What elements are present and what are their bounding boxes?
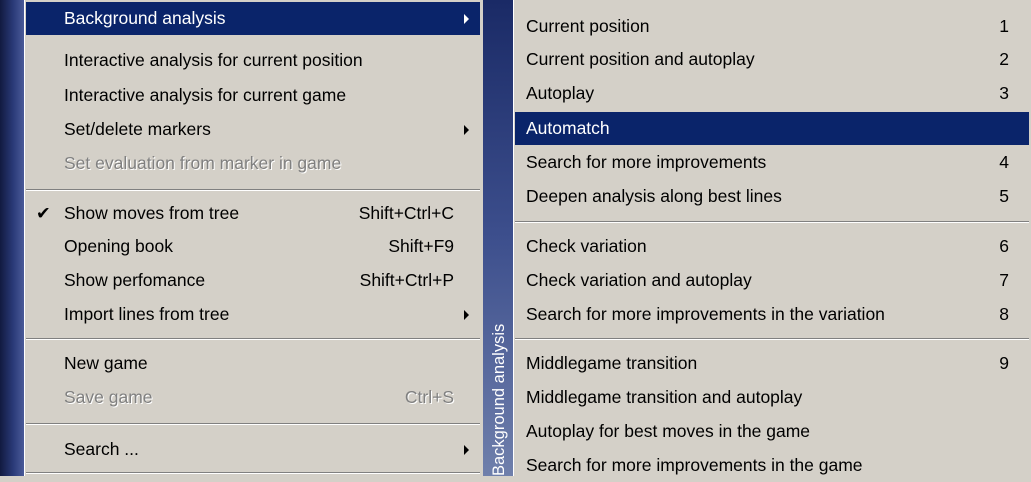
analysis-menu: Background analysis Interactive analysis… bbox=[24, 0, 484, 476]
menu-item-label: Middlegame transition bbox=[526, 353, 698, 373]
menu-item-label: Search ... bbox=[64, 439, 139, 459]
submenu-caption-text: Background analysis bbox=[490, 323, 508, 476]
menu-item-label: Search for more improvements in the vari… bbox=[526, 304, 885, 324]
menu-item-shortcut: 5 bbox=[999, 186, 1009, 206]
menu-item-shortcut: 6 bbox=[999, 236, 1009, 256]
menu-item-opening-book[interactable]: Opening book Shift+F9 bbox=[26, 230, 480, 263]
menu-item-search[interactable]: Search ... bbox=[26, 433, 480, 466]
menu-item-import-lines-from-tree[interactable]: Import lines from tree bbox=[26, 298, 480, 331]
menu-item-new-game[interactable]: New game bbox=[26, 347, 480, 380]
submenu-caption: Background analysis bbox=[483, 316, 513, 476]
menu-separator bbox=[26, 423, 480, 425]
menu-item-interactive-analysis-game[interactable]: Interactive analysis for current game bbox=[26, 79, 480, 112]
menu-item-label: Import lines from tree bbox=[64, 304, 230, 324]
menu-item-label: Current position bbox=[526, 16, 650, 36]
menu-item-shortcut: 4 bbox=[999, 152, 1009, 172]
menu-item-show-performance[interactable]: Show perfomance Shift+Ctrl+P bbox=[26, 264, 480, 297]
menu-item-shortcut: 7 bbox=[999, 270, 1009, 290]
submenu-item-automatch[interactable]: Automatch bbox=[515, 112, 1029, 145]
menu-item-shortcut: Shift+Ctrl+C bbox=[358, 203, 454, 223]
submenu-item-middlegame-transition[interactable]: Middlegame transition 9 bbox=[515, 347, 1029, 380]
menu-item-label: Search for more improvements in the game bbox=[526, 455, 863, 475]
menu-separator bbox=[515, 221, 1029, 223]
menu-item-shortcut: Shift+F9 bbox=[388, 236, 454, 256]
menu-item-label: Autoplay for best moves in the game bbox=[526, 421, 811, 441]
submenu-item-middlegame-transition-autoplay[interactable]: Middlegame transition and autoplay bbox=[515, 381, 1029, 414]
submenu-arrow-icon bbox=[464, 445, 469, 455]
submenu-item-deepen-analysis[interactable]: Deepen analysis along best lines 5 bbox=[515, 180, 1029, 213]
submenu-item-check-variation[interactable]: Check variation 6 bbox=[515, 230, 1029, 263]
menu-item-shortcut: Shift+Ctrl+P bbox=[359, 270, 454, 290]
menu-item-label: Background analysis bbox=[64, 8, 226, 28]
menu-item-background-analysis[interactable]: Background analysis bbox=[26, 2, 480, 35]
menu-item-save-game[interactable]: Save game Ctrl+S bbox=[26, 381, 480, 414]
checkmark-icon: ✔ bbox=[36, 203, 51, 223]
menu-item-set-evaluation-from-marker[interactable]: Set evaluation from marker in game bbox=[26, 147, 480, 180]
menu-item-label: Current position and autoplay bbox=[526, 49, 755, 69]
menu-item-label: Set/delete markers bbox=[64, 119, 211, 139]
menu-item-label: Check variation bbox=[526, 236, 647, 256]
submenu-arrow-icon bbox=[464, 310, 469, 320]
menu-item-label: Interactive analysis for current positio… bbox=[64, 50, 363, 70]
submenu-item-search-improvements-variation[interactable]: Search for more improvements in the vari… bbox=[515, 298, 1029, 331]
menu-separator bbox=[26, 189, 480, 191]
background-analysis-submenu: Current position 1 Current position and … bbox=[513, 0, 1031, 476]
menu-item-label: Check variation and autoplay bbox=[526, 270, 752, 290]
menu-item-label: Set evaluation from marker in game bbox=[64, 153, 342, 173]
submenu-item-current-position[interactable]: Current position 1 bbox=[515, 10, 1029, 43]
menu-item-label: Save game bbox=[64, 387, 153, 407]
submenu-item-autoplay[interactable]: Autoplay 3 bbox=[515, 77, 1029, 110]
submenu-item-current-position-autoplay[interactable]: Current position and autoplay 2 bbox=[515, 43, 1029, 76]
menu-item-set-delete-markers[interactable]: Set/delete markers bbox=[26, 113, 480, 146]
menu-separator bbox=[26, 338, 480, 340]
menu-item-label: Middlegame transition and autoplay bbox=[526, 387, 803, 407]
menu-sidebar-strip bbox=[0, 0, 24, 476]
menu-item-show-moves-from-tree[interactable]: ✔ Show moves from tree Shift+Ctrl+C bbox=[26, 197, 480, 230]
menu-item-interactive-analysis-position[interactable]: Interactive analysis for current positio… bbox=[26, 44, 480, 77]
menu-item-label: Show perfomance bbox=[64, 270, 206, 290]
menu-item-label: Deepen analysis along best lines bbox=[526, 186, 782, 206]
menu-item-label: Interactive analysis for current game bbox=[64, 85, 347, 105]
submenu-item-check-variation-autoplay[interactable]: Check variation and autoplay 7 bbox=[515, 264, 1029, 297]
menu-item-label: Automatch bbox=[526, 118, 610, 138]
submenu-item-search-improvements-game[interactable]: Search for more improvements in the game bbox=[515, 449, 1029, 482]
submenu-item-autoplay-best-moves[interactable]: Autoplay for best moves in the game bbox=[515, 415, 1029, 448]
menu-item-shortcut: 9 bbox=[999, 353, 1009, 373]
menu-item-label: New game bbox=[64, 353, 148, 373]
submenu-arrow-icon bbox=[464, 125, 469, 135]
menu-item-shortcut: Ctrl+S bbox=[404, 387, 454, 407]
menu-separator bbox=[26, 472, 480, 474]
submenu-item-search-more-improvements[interactable]: Search for more improvements 4 bbox=[515, 146, 1029, 179]
menu-item-shortcut: 1 bbox=[999, 16, 1009, 36]
menu-item-label: Show moves from tree bbox=[64, 203, 240, 223]
menu-item-label: Autoplay bbox=[526, 83, 595, 103]
menu-separator bbox=[515, 338, 1029, 340]
menu-item-shortcut: 2 bbox=[999, 49, 1009, 69]
menu-item-shortcut: 3 bbox=[999, 83, 1009, 103]
submenu-arrow-icon bbox=[464, 14, 469, 24]
submenu-sidebar-strip: Background analysis bbox=[483, 0, 513, 476]
menu-item-label: Opening book bbox=[64, 236, 173, 256]
menu-item-label: Search for more improvements bbox=[526, 152, 767, 172]
menu-item-shortcut: 8 bbox=[999, 304, 1009, 324]
